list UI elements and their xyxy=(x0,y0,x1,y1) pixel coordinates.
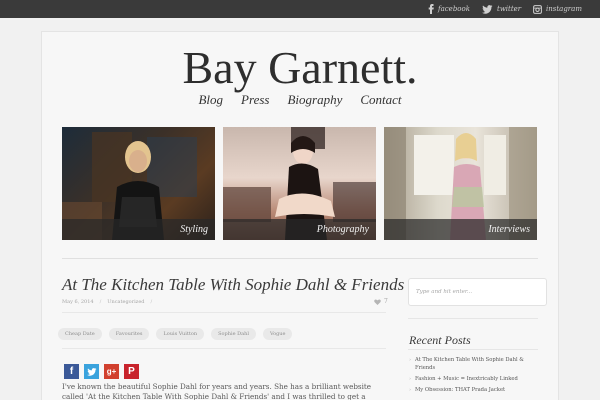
post-divider xyxy=(62,312,386,313)
like-count: 7 xyxy=(384,298,388,305)
share-pinterest-button[interactable]: P xyxy=(124,364,139,379)
recent-post-link[interactable]: My Obsession: THAT Prada Jacket xyxy=(415,386,505,394)
meta-separator: / xyxy=(150,299,153,305)
googleplus-icon: g+ xyxy=(106,367,117,376)
feature-interviews[interactable]: Interviews xyxy=(384,127,537,240)
tag-cheap-date[interactable]: Cheap Date xyxy=(58,328,102,340)
pinterest-icon: P xyxy=(128,366,135,377)
meta-separator: / xyxy=(99,299,102,305)
recent-post-item[interactable]: › My Obsession: THAT Prada Jacket xyxy=(409,386,544,394)
bullet-icon: › xyxy=(409,387,411,393)
main-nav: Blog Press Biography Contact xyxy=(0,92,600,108)
facebook-icon xyxy=(428,4,434,14)
nav-item-contact[interactable]: Contact xyxy=(360,92,401,108)
social-facebook-link[interactable]: facebook xyxy=(428,0,470,18)
recent-post-item[interactable]: › Fashion + Music = Inextricably Linked xyxy=(409,375,544,383)
sidebar-divider xyxy=(408,349,538,350)
recent-posts-list: › At The Kitchen Table With Sophie Dahl &… xyxy=(409,356,544,397)
social-twitter-link[interactable]: twitter xyxy=(482,0,521,18)
post-category[interactable]: Uncategorized xyxy=(107,299,144,305)
share-twitter-button[interactable] xyxy=(84,364,99,379)
nav-item-biography[interactable]: Biography xyxy=(287,92,342,108)
recent-post-item[interactable]: › At The Kitchen Table With Sophie Dahl &… xyxy=(409,356,544,372)
feature-styling-caption: Styling xyxy=(62,219,215,240)
bullet-icon: › xyxy=(409,376,411,382)
recent-post-link[interactable]: Fashion + Music = Inextricably Linked xyxy=(415,375,518,383)
site-title[interactable]: Bay Garnett. xyxy=(0,42,600,94)
post-meta: May 6, 2014 / Uncategorized / xyxy=(62,299,152,305)
twitter-icon xyxy=(86,367,96,376)
section-divider xyxy=(62,258,538,259)
twitter-icon xyxy=(482,4,493,14)
like-button[interactable]: 7 xyxy=(374,298,388,305)
recent-posts-heading: Recent Posts xyxy=(409,333,471,347)
heart-icon xyxy=(374,299,381,305)
feature-interviews-caption: Interviews xyxy=(384,219,537,240)
feature-styling[interactable]: Styling xyxy=(62,127,215,240)
facebook-icon: f xyxy=(69,366,74,377)
tag-louis-vuitton[interactable]: Louis Vuitton xyxy=(156,328,205,340)
recent-post-link[interactable]: At The Kitchen Table With Sophie Dahl & … xyxy=(415,356,544,372)
nav-item-press[interactable]: Press xyxy=(241,92,269,108)
tag-sophie-dahl[interactable]: Sophie Dahl xyxy=(211,328,256,340)
feature-photography[interactable]: Photography xyxy=(223,127,376,240)
post-date: May 6, 2014 xyxy=(62,299,94,305)
social-instagram-label: instagram xyxy=(546,5,582,13)
post-tags: Cheap Date Favourites Louis Vuitton Soph… xyxy=(58,328,293,340)
social-instagram-link[interactable]: instagram xyxy=(533,0,582,18)
sidebar-divider xyxy=(408,318,538,319)
feature-photography-caption: Photography xyxy=(223,219,376,240)
share-buttons: f g+ P xyxy=(64,364,139,379)
search-input[interactable] xyxy=(408,278,547,306)
bullet-icon: › xyxy=(409,357,411,363)
social-facebook-label: facebook xyxy=(438,5,470,13)
tag-vogue[interactable]: Vogue xyxy=(262,328,293,340)
instagram-icon xyxy=(533,4,542,14)
nav-item-blog[interactable]: Blog xyxy=(198,92,223,108)
share-googleplus-button[interactable]: g+ xyxy=(104,364,119,379)
social-twitter-label: twitter xyxy=(497,5,522,13)
post-title[interactable]: At The Kitchen Table With Sophie Dahl & … xyxy=(62,275,404,295)
tags-divider xyxy=(62,348,386,349)
tag-favourites[interactable]: Favourites xyxy=(108,328,150,340)
post-body: I've known the beautiful Sophie Dahl for… xyxy=(62,382,372,400)
share-facebook-button[interactable]: f xyxy=(64,364,79,379)
